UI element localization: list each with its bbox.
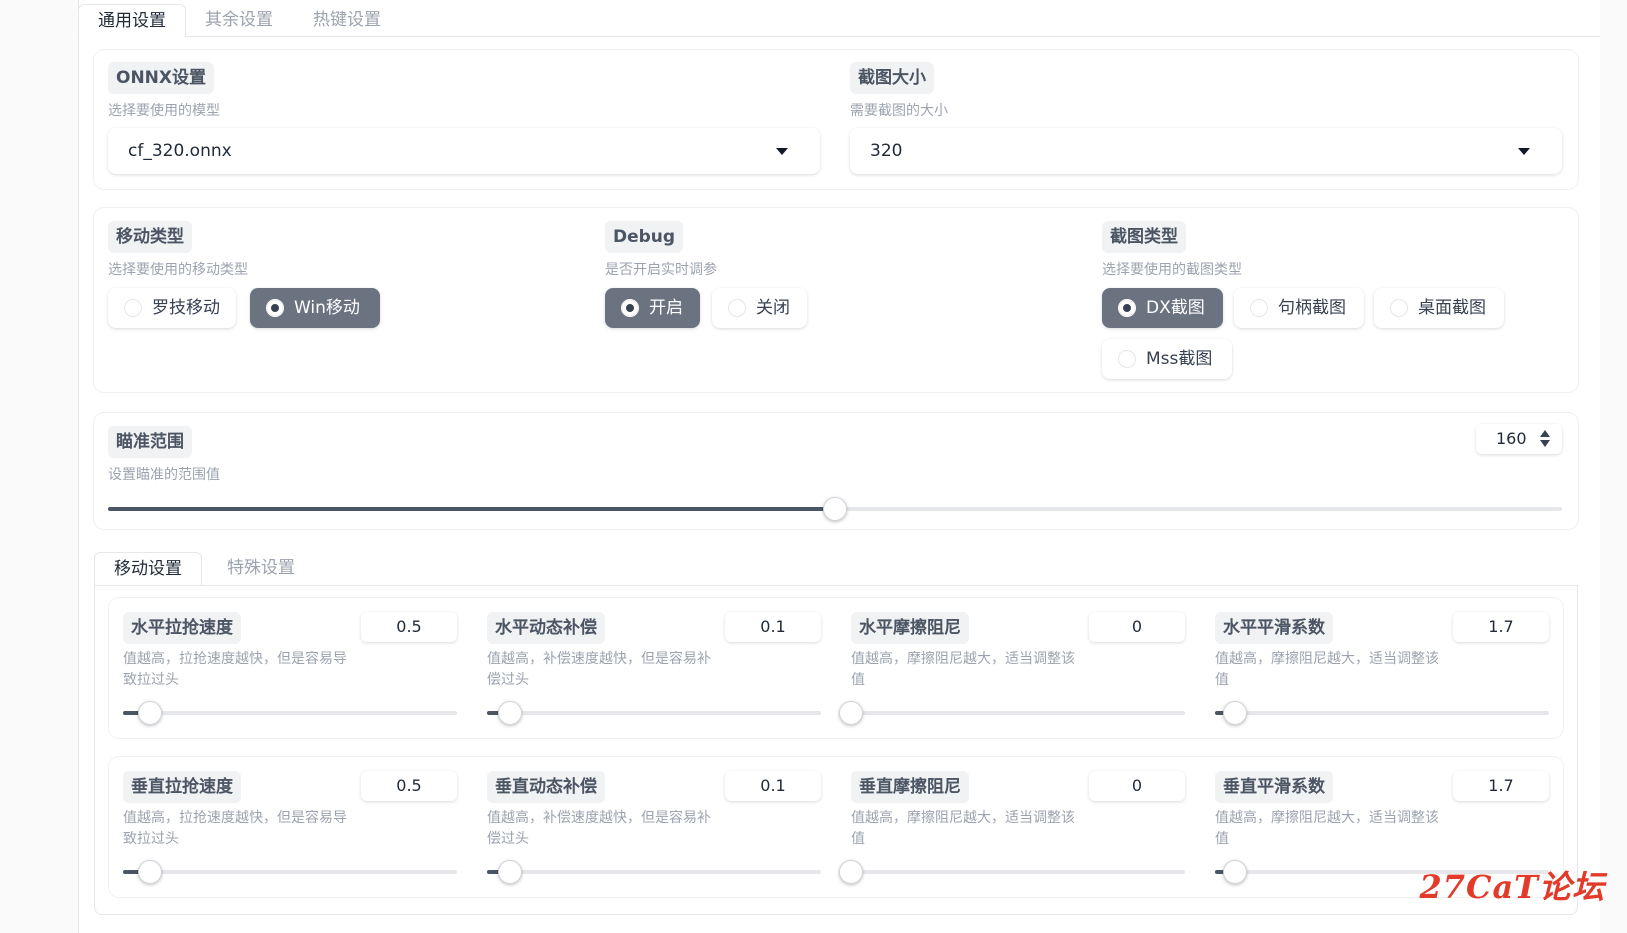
- tab-other[interactable]: 其余设置: [186, 4, 292, 37]
- h-comp-number-input[interactable]: 0.1: [725, 612, 821, 642]
- debug-title: Debug: [605, 221, 684, 253]
- spinner-arrows-icon[interactable]: [1540, 430, 1550, 448]
- capture-type-desc: 选择要使用的截图类型: [1102, 262, 1242, 278]
- radio-label: Mss截图: [1146, 349, 1213, 369]
- radio-dot: [1390, 299, 1408, 317]
- radio-label: 开启: [649, 298, 683, 318]
- radio-desktop-capture[interactable]: 桌面截图: [1374, 288, 1504, 328]
- capture-type-title: 截图类型: [1102, 221, 1186, 253]
- v-smooth-title: 垂直平滑系数: [1215, 771, 1333, 803]
- onnx-desc: 选择要使用的模型: [108, 103, 220, 119]
- h-comp-desc: 值越高，补偿速度越快，但是容易补偿过头: [487, 651, 711, 688]
- radio-dot: [1118, 350, 1136, 368]
- radio-label: 罗技移动: [152, 298, 220, 318]
- h-smooth-slider[interactable]: [1215, 701, 1549, 725]
- chevron-down-icon: [776, 148, 788, 155]
- radio-label: Win移动: [294, 298, 360, 318]
- h-speed-number-input[interactable]: 0.5: [361, 612, 457, 642]
- slider-thumb[interactable]: [137, 701, 162, 725]
- move-type-title: 移动类型: [108, 221, 192, 253]
- capture-size-desc: 需要截图的大小: [850, 103, 948, 119]
- radio-handle-capture[interactable]: 句柄截图: [1234, 288, 1364, 328]
- h-friction-slider[interactable]: [839, 701, 1185, 725]
- v-smooth-desc: 值越高，摩擦阻尼越大，适当调整该值: [1215, 810, 1439, 847]
- slider-thumb[interactable]: [1223, 701, 1248, 725]
- h-friction-number-input[interactable]: 0: [1089, 612, 1185, 642]
- v-smooth-number-input[interactable]: 1.7: [1453, 771, 1549, 801]
- h-friction-desc: 值越高，摩擦阻尼越大，适当调整该值: [851, 651, 1075, 688]
- radio-dot: [266, 299, 284, 317]
- tab-general[interactable]: 通用设置: [78, 4, 186, 38]
- radio-dot: [1250, 299, 1268, 317]
- v-speed-number-input[interactable]: 0.5: [361, 771, 457, 801]
- radio-mss-capture[interactable]: Mss截图: [1102, 339, 1232, 379]
- vertical-sliders-row: 垂直拉抢速度 0.5 值越高，拉抢速度越快，但是容易导致拉过头 垂直动态补偿 0…: [109, 757, 1563, 897]
- v-speed-slider[interactable]: [123, 860, 457, 884]
- radio-dot: [124, 299, 142, 317]
- onnx-value: cf_320.onnx: [128, 141, 232, 161]
- tab-hotkey[interactable]: 热键设置: [294, 4, 400, 37]
- aim-range-number-input[interactable]: 160: [1476, 424, 1562, 454]
- capture-size-value: 320: [870, 141, 903, 161]
- radio-win-move[interactable]: Win移动: [250, 288, 380, 328]
- v-friction-slider[interactable]: [839, 860, 1185, 884]
- radio-dot: [728, 299, 746, 317]
- forum-watermark: 27CaT论坛: [1419, 868, 1605, 906]
- slider-thumb[interactable]: [1223, 860, 1248, 884]
- radio-dot: [621, 299, 639, 317]
- capture-size-select[interactable]: 320: [850, 128, 1562, 174]
- horizontal-sliders-row: 水平拉抢速度 0.5 值越高，拉抢速度越快，但是容易导致拉过头 水平动态补偿 0…: [109, 598, 1563, 738]
- radio-settings-block: 移动类型 选择要使用的移动类型 罗技移动 Win移动 Debug 是否开启实时调…: [94, 208, 1578, 392]
- aim-range-slider[interactable]: [108, 497, 1562, 521]
- slider-thumb[interactable]: [498, 701, 523, 725]
- slider-thumb[interactable]: [823, 497, 847, 521]
- slider-fill: [108, 507, 835, 511]
- debug-desc: 是否开启实时调参: [605, 262, 717, 278]
- v-comp-slider[interactable]: [487, 860, 821, 884]
- v-comp-number-input[interactable]: 0.1: [725, 771, 821, 801]
- radio-logitech-move[interactable]: 罗技移动: [108, 288, 236, 328]
- h-speed-title: 水平拉抢速度: [123, 612, 241, 644]
- aim-range-desc: 设置瞄准的范围值: [108, 467, 220, 483]
- subtab-move-settings[interactable]: 移动设置: [94, 552, 202, 586]
- h-smooth-number-input[interactable]: 1.7: [1453, 612, 1549, 642]
- slider-thumb[interactable]: [839, 860, 863, 884]
- h-smooth-desc: 值越高，摩擦阻尼越大，适当调整该值: [1215, 651, 1439, 688]
- v-comp-title: 垂直动态补偿: [487, 771, 605, 803]
- radio-dx-capture[interactable]: DX截图: [1102, 288, 1223, 328]
- h-friction-title: 水平摩擦阻尼: [851, 612, 969, 644]
- v-friction-desc: 值越高，摩擦阻尼越大，适当调整该值: [851, 810, 1075, 847]
- radio-label: 关闭: [756, 298, 790, 318]
- v-friction-number-input[interactable]: 0: [1089, 771, 1185, 801]
- v-speed-title: 垂直拉抢速度: [123, 771, 241, 803]
- h-smooth-title: 水平平滑系数: [1215, 612, 1333, 644]
- chevron-down-icon: [1518, 148, 1530, 155]
- aim-range-block: 瞄准范围 设置瞄准的范围值 160: [94, 413, 1578, 529]
- v-comp-desc: 值越高，补偿速度越快，但是容易补偿过头: [487, 810, 711, 847]
- v-speed-desc: 值越高，拉抢速度越快，但是容易导致拉过头: [123, 810, 347, 847]
- subtab-special-settings[interactable]: 特殊设置: [208, 552, 314, 585]
- aim-range-title: 瞄准范围: [108, 426, 192, 458]
- move-type-desc: 选择要使用的移动类型: [108, 262, 248, 278]
- h-speed-desc: 值越高，拉抢速度越快，但是容易导致拉过头: [123, 651, 347, 688]
- radio-debug-off[interactable]: 关闭: [712, 288, 807, 328]
- onnx-title: ONNX设置: [108, 62, 215, 94]
- onnx-select[interactable]: cf_320.onnx: [108, 128, 820, 174]
- slider-thumb[interactable]: [498, 860, 523, 884]
- radio-label: 桌面截图: [1418, 298, 1486, 318]
- h-speed-slider[interactable]: [123, 701, 457, 725]
- radio-label: 句柄截图: [1278, 298, 1346, 318]
- top-tab-bar: 通用设置 其余设置 热键设置: [78, 0, 1600, 38]
- radio-dot: [1118, 299, 1136, 317]
- radio-debug-on[interactable]: 开启: [605, 288, 700, 328]
- slider-thumb[interactable]: [839, 701, 863, 725]
- h-comp-title: 水平动态补偿: [487, 612, 605, 644]
- capture-size-title: 截图大小: [850, 62, 934, 94]
- aim-range-value: 160: [1496, 429, 1527, 448]
- model-settings-block: ONNX设置 选择要使用的模型 cf_320.onnx 截图大小 需要截图的大小…: [94, 50, 1578, 189]
- h-comp-slider[interactable]: [487, 701, 821, 725]
- v-friction-title: 垂直摩擦阻尼: [851, 771, 969, 803]
- radio-label: DX截图: [1146, 298, 1205, 318]
- slider-thumb[interactable]: [137, 860, 162, 884]
